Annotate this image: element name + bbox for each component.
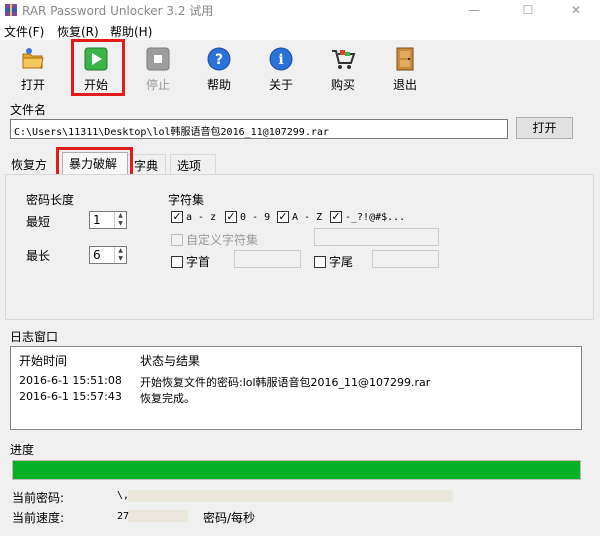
max-length-arrows[interactable]: ▲ ▼	[114, 247, 126, 263]
open-tool-button[interactable]: 打开	[8, 46, 58, 93]
min-length-value: 1	[93, 213, 101, 227]
log-row-time: 2016-6-1 15:57:43	[19, 390, 122, 403]
charset-digits-checkbox[interactable]: ✓ 0 - 9	[225, 211, 270, 223]
buy-tool-button[interactable]: 购买	[318, 46, 368, 93]
file-path-field[interactable]: C:\Users\11311\Desktop\lol韩服语音包2016_11@1…	[10, 119, 508, 139]
current-password-value: \,	[117, 490, 130, 501]
custom-charset-label: 自定义字符集	[186, 233, 259, 247]
down-arrow-icon[interactable]: ▼	[115, 255, 126, 263]
custom-charset-checkbox[interactable]: 自定义字符集	[171, 231, 258, 248]
up-arrow-icon[interactable]: ▲	[115, 212, 126, 220]
down-arrow-icon[interactable]: ▼	[115, 220, 126, 228]
about-tool-button[interactable]: i 关于	[256, 46, 306, 93]
stop-tool-button[interactable]: 停止	[133, 46, 183, 93]
svg-text:?: ?	[215, 52, 223, 68]
current-password-bg	[128, 490, 453, 502]
help-tool-label: 帮助	[206, 78, 231, 92]
progress-label: 进度	[10, 443, 35, 457]
log-col-time[interactable]: 开始时间	[19, 352, 67, 369]
suffix-label: 字尾	[329, 255, 354, 269]
window-title: RAR Password Unlocker 3.2 试用	[22, 4, 214, 18]
tab-dictionary[interactable]: 字典	[128, 154, 166, 174]
exit-door-icon	[392, 46, 418, 72]
menu-file[interactable]: 文件(F)	[4, 23, 44, 40]
log-col-status[interactable]: 状态与结果	[140, 352, 200, 369]
suffix-checkbox[interactable]: 字尾	[314, 253, 353, 270]
open-folder-icon	[20, 46, 46, 72]
prefix-checkbox[interactable]: 字首	[171, 253, 210, 270]
close-button[interactable]: ✕	[558, 0, 594, 20]
log-window-label: 日志窗口	[10, 330, 59, 344]
charset-digits-label: 0 - 9	[240, 211, 271, 223]
current-password-label: 当前密码:	[12, 491, 65, 505]
help-tool-button[interactable]: ? 帮助	[194, 46, 244, 93]
min-length-arrows[interactable]: ▲ ▼	[114, 212, 126, 228]
info-icon: i	[268, 46, 294, 72]
title-bar: RAR Password Unlocker 3.2 试用 — ☐ ✕	[0, 0, 600, 20]
svg-text:i: i	[278, 52, 283, 68]
about-tool-label: 关于	[268, 78, 293, 92]
log-row-status: 恢复完成。	[140, 392, 195, 405]
charset-lowercase-checkbox[interactable]: ✓ a - z	[171, 211, 216, 223]
current-speed-bg	[128, 510, 188, 522]
prefix-field[interactable]	[234, 250, 301, 268]
menu-help[interactable]: 帮助(H)	[110, 23, 152, 40]
checkmark-icon: ✓	[277, 210, 289, 223]
charset-lowercase-label: a - z	[186, 211, 217, 223]
log-header: 开始时间 状态与结果	[11, 347, 581, 369]
max-length-stepper[interactable]: 6 ▲ ▼	[89, 246, 127, 264]
tab-recovery-mode[interactable]: 恢复方式	[5, 154, 61, 189]
maximize-button[interactable]: ☐	[510, 0, 546, 20]
log-row-time: 2016-6-1 15:51:08	[19, 374, 122, 387]
charset-symbols-checkbox[interactable]: ✓ -_?!@#$...	[330, 211, 405, 223]
progress-bar-fill	[13, 461, 580, 479]
max-length-label: 最长	[26, 249, 51, 263]
exit-tool-button[interactable]: 退出	[380, 46, 430, 93]
start-highlight-box	[71, 39, 125, 96]
tab-options[interactable]: 选项	[170, 154, 216, 174]
progress-bar	[12, 460, 581, 480]
charset-uppercase-checkbox[interactable]: ✓ A - Z	[277, 211, 322, 223]
file-open-button[interactable]: 打开	[516, 117, 573, 139]
shopping-cart-icon	[330, 46, 356, 72]
help-icon: ?	[206, 46, 232, 72]
custom-charset-field[interactable]	[314, 228, 439, 246]
max-length-value: 6	[93, 248, 101, 262]
up-arrow-icon[interactable]: ▲	[115, 247, 126, 255]
menu-bar: 文件(F) 恢复(R) 帮助(H)	[0, 20, 600, 40]
min-length-label: 最短	[26, 215, 51, 229]
suffix-field[interactable]	[372, 250, 439, 268]
current-speed-label: 当前速度:	[12, 511, 65, 525]
open-tool-label: 打开	[20, 78, 45, 92]
stop-tool-label: 停止	[145, 78, 170, 92]
log-row-status: 开始恢复文件的密码:lol韩服语音包2016_11@107299.rar	[140, 376, 431, 389]
charset-symbols-label: -_?!@#$...	[345, 211, 406, 223]
charset-uppercase-label: A - Z	[292, 211, 323, 223]
min-length-stepper[interactable]: 1 ▲ ▼	[89, 211, 127, 229]
checkmark-icon: ✓	[330, 210, 342, 223]
speed-unit-label: 密码/每秒	[203, 511, 256, 525]
password-length-label: 密码长度	[26, 193, 75, 207]
checkmark-icon: ✓	[171, 210, 183, 223]
exit-tool-label: 退出	[392, 78, 417, 92]
buy-tool-label: 购买	[330, 78, 355, 92]
charset-label: 字符集	[168, 193, 205, 207]
file-name-label: 文件名	[10, 103, 47, 117]
menu-recover[interactable]: 恢复(R)	[57, 23, 99, 40]
checkmark-icon: ✓	[225, 210, 237, 223]
app-icon	[5, 4, 17, 16]
prefix-label: 字首	[186, 255, 211, 269]
log-list[interactable]: 开始时间 状态与结果 2016-6-1 15:51:08 开始恢复文件的密码:l…	[10, 346, 582, 430]
minimize-button[interactable]: —	[456, 0, 492, 20]
stop-icon	[145, 46, 171, 72]
current-speed-value: 27	[117, 511, 130, 522]
